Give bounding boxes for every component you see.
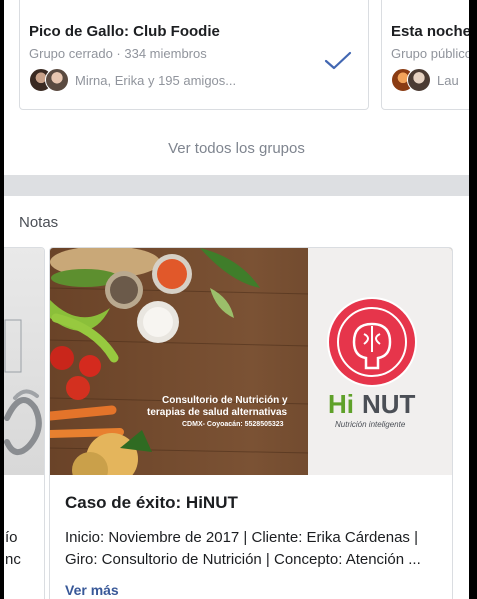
group-meta: Grupo cerrado · 334 miembros — [29, 46, 207, 61]
note-image — [4, 248, 44, 475]
avatar — [45, 68, 69, 92]
friends-text: Lau — [437, 72, 459, 88]
group-name: Esta noche: — [391, 23, 469, 40]
section-divider — [4, 175, 469, 196]
group-friends: Mirna, Erika y 195 amigos... — [29, 67, 236, 93]
notes-title: Notas — [19, 214, 59, 231]
note-card[interactable]: Consultorio de Nutrición y terapias de s… — [49, 247, 453, 599]
note-summary: Inicio: Noviembre de 2017 | Cliente: Eri… — [65, 529, 421, 568]
food-wood-banner: Consultorio de Nutrición y terapias de s… — [50, 248, 452, 475]
avatar — [407, 68, 431, 92]
logo-tagline: Nutrición inteligente — [335, 420, 406, 429]
note-title[interactable]: Caso de éxito: HiNUT — [65, 493, 238, 513]
groups-section: Pico de Gallo: Club Foodie Grupo cerrado… — [4, 0, 469, 175]
banner-line2: terapias de salud alternativas — [147, 407, 288, 418]
group-meta: Grupo público — [391, 46, 469, 61]
note-cover-image[interactable]: Consultorio de Nutrición y terapias de s… — [50, 248, 452, 475]
intestine-illustration-icon — [4, 319, 42, 455]
group-name: Pico de Gallo: Club Foodie — [29, 23, 220, 40]
group-friends: Lau — [391, 67, 459, 93]
group-card[interactable]: Esta noche: Grupo público Lau — [381, 0, 469, 110]
logo-nut: NUT — [362, 389, 416, 419]
see-more-link[interactable]: Ver más — [65, 582, 119, 598]
screen-edge-right — [469, 0, 477, 599]
banner-line1: Consultorio de Nutrición y — [162, 395, 288, 406]
logo-hi: Hi — [328, 389, 354, 419]
group-card[interactable]: Pico de Gallo: Club Foodie Grupo cerrado… — [19, 0, 369, 110]
note-card-previous[interactable]: ío nc — [4, 247, 45, 599]
friends-text: Mirna, Erika y 195 amigos... — [75, 72, 237, 88]
brain-logo-icon — [327, 297, 417, 387]
banner-line3: CDMX- Coyoacán: 5528505323 — [182, 421, 284, 428]
see-all-groups-link[interactable]: Ver todos los grupos — [4, 140, 469, 157]
notes-section: Notas ío nc Consultorio de Nutrición y t… — [4, 196, 469, 599]
previous-note-text: ío nc — [5, 529, 21, 568]
check-icon[interactable] — [324, 51, 352, 71]
